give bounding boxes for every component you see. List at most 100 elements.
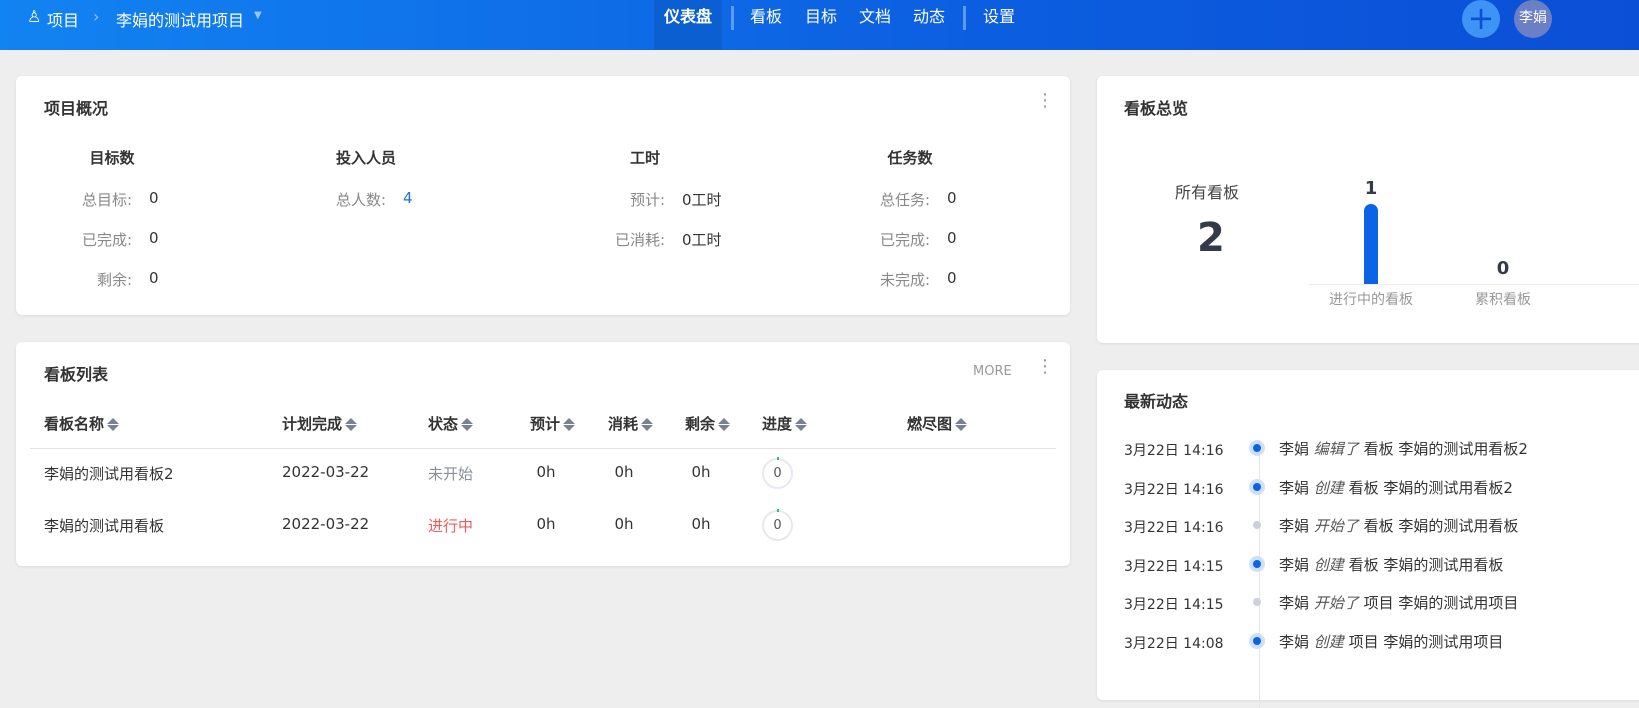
activity-target[interactable]: 李娟的测试用项目 <box>1383 633 1503 651</box>
activity-user: 李娟 <box>1279 478 1310 497</box>
stat-value: 0 <box>947 229 957 247</box>
timeline-dot-icon <box>1249 594 1265 610</box>
group-title: 目标数 <box>89 149 135 167</box>
all-boards-count: 2 <box>1197 215 1225 261</box>
column-label: 状态 <box>428 415 459 433</box>
group-title: 任务数 <box>887 149 933 167</box>
activity-action: 开始了 <box>1313 594 1359 613</box>
sort-icon[interactable] <box>563 418 576 431</box>
column-header[interactable]: 消耗 <box>608 413 654 434</box>
activity-time: 3月22日 14:15 <box>1124 597 1224 614</box>
column-label: 进度 <box>762 415 793 433</box>
sort-icon[interactable] <box>955 418 968 431</box>
activity-type: 看板 <box>1348 555 1379 574</box>
column-header[interactable]: 燃尽图 <box>907 413 968 434</box>
activity-user: 李娟 <box>1279 517 1310 536</box>
column-header[interactable]: 状态 <box>428 413 474 434</box>
activity-target[interactable]: 李娟的测试用看板 <box>1383 556 1503 574</box>
activity-entry: 李娟 开始了 项目 李娟的测试用项目 <box>1279 592 1518 613</box>
chart-axis <box>1309 284 1639 285</box>
timeline-dot-icon <box>1249 517 1265 533</box>
activity-time: 3月22日 14:15 <box>1124 558 1224 575</box>
activity-action: 编辑了 <box>1313 440 1359 458</box>
stat-value: 0 <box>149 269 159 287</box>
stat-label: 总人数: <box>335 191 386 209</box>
tab-docs[interactable]: 文档 <box>849 0 901 50</box>
tab-goals[interactable]: 目标 <box>795 0 847 50</box>
group-title: 工时 <box>629 149 660 167</box>
more-link[interactable]: MORE <box>973 364 1012 379</box>
stat-label: 已消耗: <box>614 231 665 249</box>
activity-card: 最新动态 3月22日 14:16 李娟 编辑了 看板 李娟的测试用看板2 3月22日… <box>1097 370 1639 708</box>
table-cell: 进行中 <box>428 517 474 535</box>
chevron-down-icon[interactable]: ▼ <box>254 10 262 21</box>
timeline-dot-icon <box>1249 440 1265 456</box>
breadcrumb-project-name[interactable]: 李娟的测试用项目 <box>116 7 244 31</box>
top-header: ♙ 项目 › 李娟的测试用项目 ▼ 仪表盘 看板 目标 文档 动态 设置 + 李… <box>0 0 1639 50</box>
column-label: 消耗 <box>608 415 639 433</box>
avatar[interactable]: 李娟 <box>1514 0 1552 38</box>
timeline-dot-icon <box>1249 478 1265 495</box>
plus-icon: + <box>1467 0 1495 37</box>
sort-icon[interactable] <box>795 418 808 431</box>
tab-dashboard[interactable]: 仪表盘 <box>654 0 723 50</box>
activity-time: 3月22日 14:16 <box>1124 520 1224 537</box>
activity-action: 开始了 <box>1313 517 1359 536</box>
all-boards-label: 所有看板 <box>1175 183 1240 202</box>
board-name-link[interactable]: 李娟的测试用看板2 <box>44 463 174 484</box>
bar-value-label: 0 <box>1496 258 1510 279</box>
rocket-icon: ♙ <box>27 7 42 26</box>
bar-category-label: 进行中的看板 <box>1329 292 1413 308</box>
tab-boards[interactable]: 看板 <box>740 0 792 50</box>
column-header[interactable]: 看板名称 <box>44 413 120 434</box>
activity-time: 3月22日 14:16 <box>1124 481 1224 498</box>
activity-user: 李娟 <box>1279 633 1310 651</box>
sort-icon[interactable] <box>107 418 120 431</box>
board-list-card: 看板列表 MORE ⋮ 看板名称 计划完成 状态 预计 消耗 剩余 进度 燃尽图 李娟的测试用… <box>16 342 1070 566</box>
project-overview-card: 项目概况 ⋮ 目标数 总目标: 0 已完成: 0 剩余: 0 投入人员 总人数: 4 工时 预计: 0工… <box>16 76 1070 315</box>
column-header[interactable]: 预计 <box>530 413 576 434</box>
board-name-link[interactable]: 李娟的测试用看板 <box>44 515 164 536</box>
stat-value: 0工时 <box>682 191 722 209</box>
activity-target[interactable]: 李娟的测试用项目 <box>1398 594 1518 612</box>
activity-entry: 李娟 编辑了 看板 李娟的测试用看板2 <box>1279 438 1528 459</box>
tab-settings[interactable]: 设置 <box>973 0 1025 50</box>
activity-entry: 李娟 开始了 看板 李娟的测试用看板 <box>1279 515 1518 536</box>
column-header[interactable]: 进度 <box>762 413 808 434</box>
table-cell: 0h <box>536 515 556 533</box>
table-cell: 0h <box>691 515 711 533</box>
activity-type: 看板 <box>1363 440 1394 458</box>
stat-label: 已完成: <box>81 231 132 249</box>
table-cell: 未开始 <box>428 465 474 483</box>
column-header[interactable]: 剩余 <box>685 413 731 434</box>
more-vert-icon[interactable]: ⋮ <box>1036 92 1054 110</box>
sort-icon[interactable] <box>718 418 731 431</box>
sort-icon[interactable] <box>461 418 474 431</box>
breadcrumb-projects[interactable]: 项目 <box>47 7 79 31</box>
nav-divider <box>731 6 734 30</box>
tab-activity[interactable]: 动态 <box>903 0 955 50</box>
activity-entry: 李娟 创建 看板 李娟的测试用看板 <box>1279 554 1503 575</box>
add-button[interactable]: + <box>1462 0 1500 38</box>
activity-action: 创建 <box>1313 555 1344 574</box>
activity-target[interactable]: 李娟的测试用看板 <box>1398 517 1518 535</box>
activity-target[interactable]: 李娟的测试用看板2 <box>1398 440 1528 458</box>
activity-user: 李娟 <box>1279 594 1310 613</box>
column-label: 剩余 <box>685 415 716 433</box>
more-vert-icon[interactable]: ⋮ <box>1036 358 1054 376</box>
column-header[interactable]: 计划完成 <box>282 413 358 434</box>
stat-label: 总目标: <box>81 191 132 209</box>
card-title: 看板列表 <box>44 365 109 384</box>
progress-ring: 0 <box>762 457 793 489</box>
activity-target[interactable]: 李娟的测试用看板2 <box>1383 479 1513 497</box>
table-cell: 0h <box>614 463 634 481</box>
sort-icon[interactable] <box>641 418 654 431</box>
sort-icon[interactable] <box>345 418 358 431</box>
table-cell: 0h <box>614 515 634 533</box>
table-cell: 0h <box>691 463 711 481</box>
activity-time: 3月22日 14:16 <box>1124 443 1224 459</box>
timeline-dot-icon <box>1249 555 1265 572</box>
stat-value: 0工时 <box>682 231 722 249</box>
stat-label: 总任务: <box>879 191 930 209</box>
stat-value: 0 <box>947 189 957 207</box>
